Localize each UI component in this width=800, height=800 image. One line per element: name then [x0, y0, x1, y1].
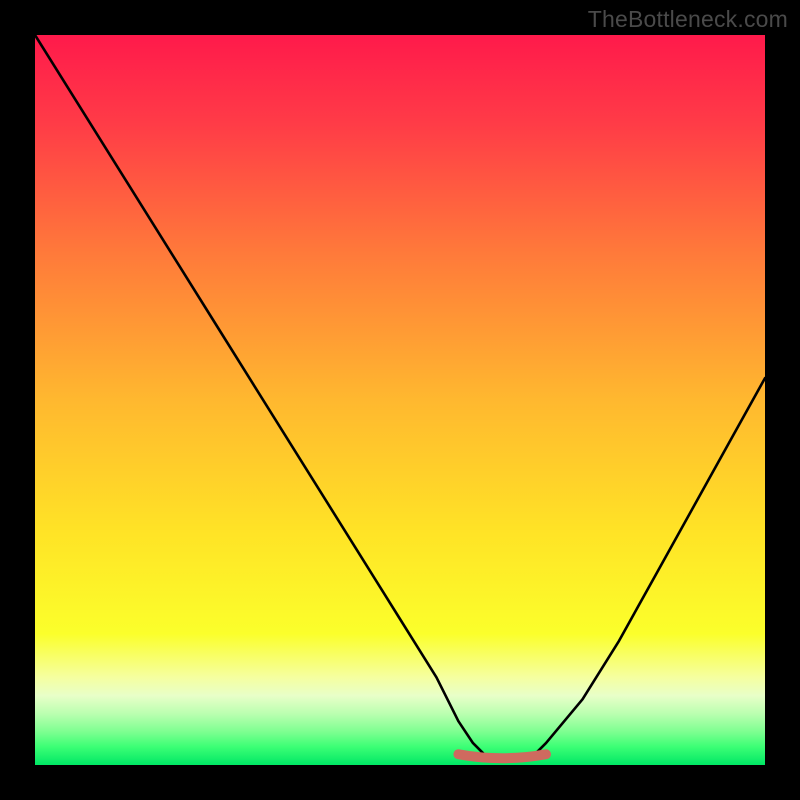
chart-frame: TheBottleneck.com [0, 0, 800, 800]
watermark-text: TheBottleneck.com [588, 6, 788, 33]
plot-area [35, 35, 765, 765]
curve-layer [35, 35, 765, 765]
bottleneck-curve [35, 35, 765, 758]
optimal-range-marker [458, 754, 546, 758]
